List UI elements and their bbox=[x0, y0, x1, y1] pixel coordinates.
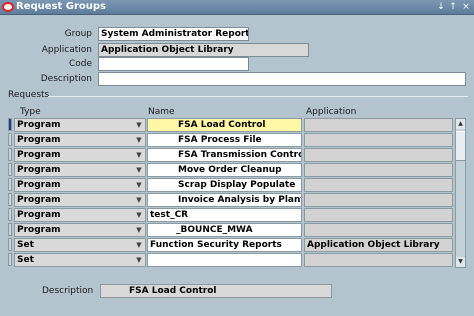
application-field[interactable]: Application Object Library bbox=[98, 43, 309, 57]
chevron-down-icon: ▼ bbox=[136, 121, 142, 129]
name-column-header: Name bbox=[148, 107, 175, 117]
request-type-select[interactable]: Set ▼ bbox=[14, 253, 146, 267]
description-label: Description bbox=[40, 74, 92, 84]
request-type-value: Program bbox=[17, 150, 61, 160]
maximize-button[interactable]: ↑ bbox=[448, 2, 458, 13]
record-indicator[interactable] bbox=[8, 133, 12, 146]
request-application-field[interactable] bbox=[304, 178, 453, 192]
chevron-down-icon: ▼ bbox=[136, 226, 142, 234]
scrollbar-thumb[interactable] bbox=[456, 131, 465, 161]
request-name-field[interactable]: FSA Process File bbox=[147, 133, 302, 147]
request-type-select[interactable]: Program ▼ bbox=[14, 223, 146, 237]
footer-description-label: Description bbox=[42, 286, 94, 296]
request-type-select[interactable]: Program ▼ bbox=[14, 133, 146, 147]
chevron-down-icon: ▼ bbox=[136, 211, 142, 219]
scroll-up-arrow-icon[interactable]: ▲ bbox=[456, 119, 465, 129]
close-button[interactable]: × bbox=[460, 2, 472, 13]
request-application-field[interactable] bbox=[304, 208, 453, 222]
request-type-select[interactable]: Program ▼ bbox=[14, 118, 146, 132]
group-label: Group bbox=[64, 29, 92, 39]
record-indicator[interactable] bbox=[8, 253, 12, 266]
record-indicator[interactable] bbox=[8, 238, 12, 251]
application-column-header: Application bbox=[306, 107, 357, 117]
chevron-down-icon: ▼ bbox=[136, 181, 142, 189]
request-application-field[interactable] bbox=[304, 118, 453, 132]
record-indicator[interactable] bbox=[8, 208, 12, 221]
request-type-value: Program bbox=[17, 195, 61, 205]
minimize-button[interactable]: ↓ bbox=[436, 2, 446, 13]
current-record-indicator[interactable] bbox=[8, 118, 12, 131]
request-type-value: Program bbox=[17, 225, 61, 235]
section-divider bbox=[48, 96, 468, 97]
application-label: Application bbox=[41, 45, 92, 55]
group-field[interactable]: System Administrator Reports bbox=[98, 27, 249, 41]
oracle-app-icon bbox=[2, 2, 14, 12]
request-type-value: Program bbox=[17, 135, 61, 145]
record-indicator[interactable] bbox=[8, 163, 12, 176]
request-name-field[interactable]: FSA Transmission Control bbox=[147, 148, 302, 162]
requests-section-label: Requests bbox=[8, 90, 50, 100]
request-application-field[interactable] bbox=[304, 253, 453, 267]
scroll-down-arrow-icon[interactable]: ▼ bbox=[456, 257, 465, 267]
request-type-value: Program bbox=[17, 120, 61, 130]
request-name-field[interactable]: Invoice Analysis by Plant bbox=[147, 193, 302, 207]
request-type-value: Program bbox=[17, 210, 61, 220]
request-name-field[interactable]: Scrap Display Populate bbox=[147, 178, 302, 192]
request-name-field[interactable]: test_CR bbox=[147, 208, 302, 222]
request-application-field[interactable] bbox=[304, 133, 453, 147]
requests-scrollbar[interactable]: ▲ ▼ bbox=[455, 118, 466, 268]
request-name-field[interactable]: _BOUNCE_MWA bbox=[147, 223, 302, 237]
request-application-field[interactable] bbox=[304, 163, 453, 177]
request-application-field[interactable] bbox=[304, 148, 453, 162]
record-indicator[interactable] bbox=[8, 178, 12, 191]
chevron-down-icon: ▼ bbox=[136, 151, 142, 159]
title-bar: Request Groups ↓ ↑ × bbox=[0, 0, 474, 15]
request-name-field[interactable]: FSA Load Control bbox=[147, 118, 302, 132]
request-type-value: Set bbox=[17, 255, 34, 265]
request-type-select[interactable]: Program ▼ bbox=[14, 163, 146, 177]
chevron-down-icon: ▼ bbox=[136, 241, 142, 249]
request-type-select[interactable]: Program ▼ bbox=[14, 148, 146, 162]
request-type-select[interactable]: Program ▼ bbox=[14, 208, 146, 222]
request-application-field[interactable] bbox=[304, 223, 453, 237]
request-application-field[interactable]: Application Object Library bbox=[304, 238, 453, 252]
type-column-header: Type bbox=[20, 107, 41, 117]
request-name-field[interactable]: Function Security Reports bbox=[147, 238, 302, 252]
footer-description-field[interactable]: FSA Load Control bbox=[100, 284, 332, 298]
record-indicator[interactable] bbox=[8, 193, 12, 206]
request-type-select[interactable]: Program ▼ bbox=[14, 178, 146, 192]
request-type-select[interactable]: Set ▼ bbox=[14, 238, 146, 252]
request-name-field[interactable]: Move Order Cleanup bbox=[147, 163, 302, 177]
code-field[interactable] bbox=[98, 57, 249, 71]
request-name-field[interactable] bbox=[147, 253, 302, 267]
chevron-down-icon: ▼ bbox=[136, 256, 142, 264]
window-title: Request Groups bbox=[16, 1, 106, 12]
code-label: Code bbox=[68, 59, 92, 69]
record-indicator[interactable] bbox=[8, 148, 12, 161]
request-type-value: Program bbox=[17, 165, 61, 175]
request-type-value: Set bbox=[17, 240, 34, 250]
chevron-down-icon: ▼ bbox=[136, 196, 142, 204]
request-type-value: Program bbox=[17, 180, 61, 190]
record-indicator[interactable] bbox=[8, 223, 12, 236]
chevron-down-icon: ▼ bbox=[136, 136, 142, 144]
request-type-select[interactable]: Program ▼ bbox=[14, 193, 146, 207]
description-field[interactable] bbox=[98, 72, 466, 86]
chevron-down-icon: ▼ bbox=[136, 166, 142, 174]
request-application-field[interactable] bbox=[304, 193, 453, 207]
